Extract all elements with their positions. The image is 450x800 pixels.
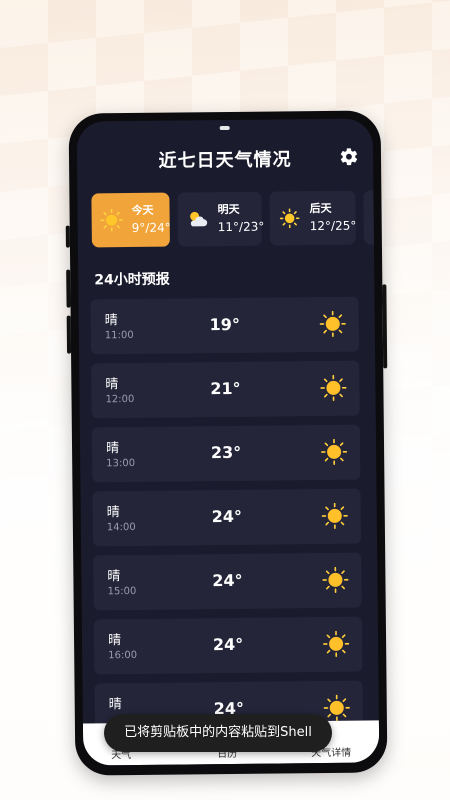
hour-time: 16:00 (108, 649, 138, 662)
hour-temperature: 24° (212, 570, 243, 591)
day-temp-range: 9°/24° (131, 220, 171, 235)
weather-condition: 晴 (107, 633, 122, 649)
sun-icon (319, 310, 346, 337)
hour-time: 13:00 (106, 457, 136, 470)
hourly-list: 晴 11:00 19° 晴 12:00 21° 晴 13:00 23° 晴 14… (77, 118, 373, 739)
status-indicator (219, 125, 230, 131)
sun-icon (321, 502, 348, 529)
sun-icon (323, 694, 350, 721)
day-card-partial[interactable] (363, 190, 380, 245)
day-card-today[interactable]: 今天 9°/24° (91, 192, 171, 248)
weather-condition: 晴 (107, 569, 121, 585)
hourly-row: 晴 15:00 24° (93, 552, 362, 611)
hourly-row: 晴 13:00 23° (91, 424, 361, 483)
hour-temperature: 24° (211, 506, 242, 527)
day-temp-range: 11°/23° (217, 219, 265, 235)
day-name: 后天 (309, 201, 332, 216)
day-temp-range: 12°/25° (309, 218, 357, 234)
sun-icon (279, 208, 300, 229)
phone-frame: 近七日天气情况 今天 9°/24° 明天 11°/23° 后天 12°/25° … (65, 110, 388, 776)
hourly-row: 晴 16:00 24° (93, 616, 363, 675)
hourly-forecast-title: 24小时预报 (94, 271, 170, 289)
hour-temperature: 23° (210, 442, 242, 463)
page-title: 近七日天气情况 (158, 149, 292, 172)
weather-condition: 晴 (105, 377, 119, 393)
weather-condition: 晴 (106, 505, 120, 521)
side-button (66, 315, 72, 354)
weather-condition: 晴 (108, 697, 122, 713)
weather-condition: 晴 (105, 441, 120, 457)
day-card-tomorrow[interactable]: 明天 11°/23° (177, 191, 265, 247)
sun-icon (321, 438, 348, 465)
hour-temperature: 24° (212, 634, 244, 655)
hour-temperature: 19° (209, 314, 240, 335)
hour-time: 11:00 (104, 329, 134, 342)
partly-cloudy-icon (190, 211, 208, 227)
hour-time: 12:00 (105, 393, 135, 406)
day-card-day-after[interactable]: 后天 12°/25° (269, 190, 357, 246)
side-button (66, 269, 71, 308)
side-button (65, 225, 70, 248)
toast-message: 已将剪贴板中的内容粘贴到Shell (104, 714, 332, 752)
power-button (382, 284, 388, 369)
sun-icon (322, 566, 349, 593)
hour-time: 15:00 (107, 585, 137, 598)
hourly-row: 晴 14:00 24° (92, 488, 362, 547)
gear-icon[interactable] (339, 147, 359, 167)
hourly-row: 晴 11:00 19° (90, 296, 360, 355)
day-name: 明天 (217, 202, 240, 217)
sun-icon (100, 208, 123, 232)
day-name: 今天 (131, 203, 154, 217)
hour-temperature: 21° (210, 378, 241, 399)
sun-icon (323, 630, 350, 657)
day-cards: 今天 9°/24° 明天 11°/23° 后天 12°/25° (91, 190, 380, 249)
hour-time: 14:00 (106, 521, 136, 534)
sun-icon (320, 374, 347, 401)
hourly-row: 晴 12:00 21° (91, 360, 360, 419)
app-screen: 近七日天气情况 今天 9°/24° 明天 11°/23° 后天 12°/25° … (76, 118, 380, 766)
weather-condition: 晴 (104, 313, 118, 329)
